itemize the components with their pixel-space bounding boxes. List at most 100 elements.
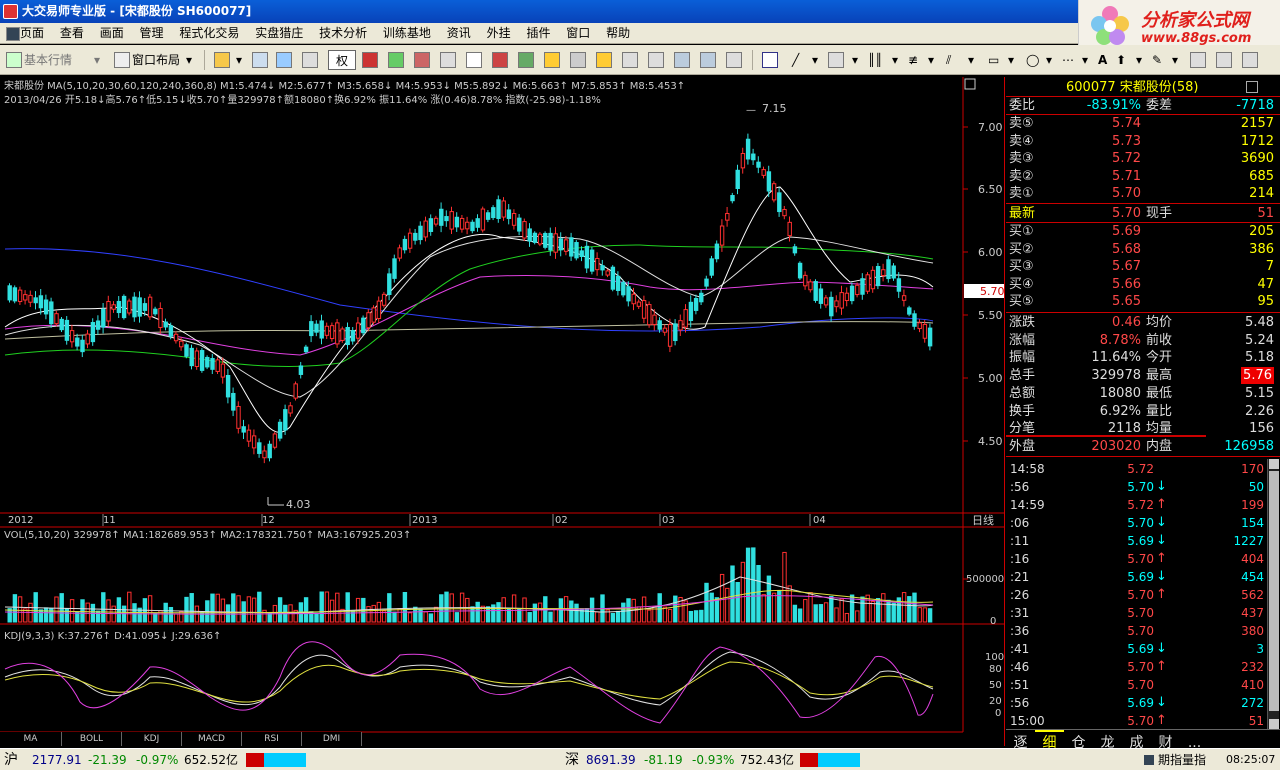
window-layout-button[interactable]: 窗口布局 — [132, 50, 180, 70]
menu-item-window[interactable]: 窗口 — [561, 23, 595, 43]
scroll-thumb[interactable] — [1269, 471, 1279, 711]
stats-icon[interactable] — [492, 52, 508, 68]
scroll-down-icon[interactable] — [1269, 719, 1279, 729]
tick-row[interactable]: :26 5.70 ↑ 562 — [1006, 586, 1280, 604]
folder-icon[interactable] — [214, 52, 230, 68]
tick-row[interactable]: :41 5.69 ↓ 3 — [1006, 640, 1280, 658]
vertical-lines-icon[interactable]: ║║ — [868, 50, 882, 70]
futures-label[interactable]: 期指量指 — [1158, 749, 1206, 770]
menu-item-hunter[interactable]: 实盘猎庄 — [250, 23, 308, 43]
dropdown-arrow-icon[interactable]: ▾ — [1008, 50, 1014, 70]
menu-item-programmatic[interactable]: 程式化交易 — [174, 23, 244, 43]
circle-icon[interactable]: ◯ — [1026, 50, 1039, 70]
dropdown-arrow-icon[interactable]: ▾ — [236, 50, 242, 70]
menu-item-canvas[interactable]: 画面 — [95, 23, 129, 43]
dropdown-arrow-icon[interactable]: ▾ — [892, 50, 898, 70]
text-a-icon[interactable]: A — [1098, 50, 1107, 70]
windows-icon[interactable] — [440, 52, 456, 68]
grid-icon[interactable] — [302, 52, 318, 68]
panel-icon[interactable] — [1246, 81, 1258, 93]
stock-icon[interactable] — [518, 52, 534, 68]
menu-item-manage[interactable]: 管理 — [135, 23, 169, 43]
zoom-in-icon[interactable] — [252, 52, 268, 68]
kline-chart[interactable]: — 7.15 4.03 7.00 6.50 6.00 5.50 5.00 4.5… — [0, 77, 1005, 746]
tick-row[interactable]: :36 5.70 380 — [1006, 622, 1280, 640]
channel-icon[interactable] — [828, 52, 844, 68]
menu-item-news[interactable]: 资讯 — [442, 23, 476, 43]
menu-item-plugins[interactable]: 插件 — [521, 23, 555, 43]
window-icon[interactable] — [648, 52, 664, 68]
doc-icon[interactable] — [466, 52, 482, 68]
text-tool-icon[interactable]: ⋯ — [1062, 50, 1074, 70]
tick-row[interactable]: :56 5.70 ↓ 50 — [1006, 478, 1280, 496]
dropdown-arrow-icon[interactable]: ▾ — [968, 50, 974, 70]
sell-row[interactable]: 卖⑤ 5.74 2157 — [1006, 115, 1280, 132]
dropdown-arrow-icon[interactable]: ▾ — [928, 50, 934, 70]
menu-item-view[interactable]: 查看 — [55, 23, 89, 43]
lock-icon[interactable] — [1216, 52, 1232, 68]
settings-icon[interactable] — [570, 52, 586, 68]
dropdown-arrow-icon[interactable]: ▾ — [186, 50, 192, 70]
delete-icon[interactable] — [1190, 52, 1206, 68]
indicator-tab-dmi[interactable]: DMI — [302, 732, 362, 746]
tick-row[interactable]: 14:58 5.72 170 — [1006, 460, 1280, 478]
chart-area-icon[interactable] — [700, 52, 716, 68]
dropdown-arrow-icon[interactable]: ▾ — [812, 50, 818, 70]
up-arrow-icon[interactable]: ⬆ — [1116, 50, 1126, 70]
dropdown-arrow-icon[interactable]: ▾ — [1046, 50, 1052, 70]
dropdown-arrow-icon[interactable]: ▾ — [1082, 50, 1088, 70]
tick-row[interactable]: 14:59 5.72 ↑ 199 — [1006, 496, 1280, 514]
buy-row[interactable]: 买④ 5.66 47 — [1006, 276, 1280, 293]
basic-quote-button[interactable]: 基本行情 — [24, 50, 72, 70]
tick-row[interactable]: :31 5.70 437 — [1006, 604, 1280, 622]
table-icon[interactable] — [622, 52, 638, 68]
menu-item-page[interactable]: 页面 — [4, 23, 49, 43]
chart-line-icon[interactable] — [674, 52, 690, 68]
buy-row[interactable]: 买① 5.69 205 — [1006, 223, 1280, 240]
tick-row[interactable]: :56 5.69 ↓ 272 — [1006, 694, 1280, 712]
rights-button[interactable]: 权 — [328, 50, 356, 70]
sh-index[interactable]: 2177.91 — [32, 749, 82, 770]
tick-row[interactable]: :46 5.70 ↑ 232 — [1006, 658, 1280, 676]
indicator-tab-kdj[interactable]: KDJ — [122, 732, 182, 746]
indicator-tab-ma[interactable]: MA — [0, 732, 62, 746]
move-icon[interactable] — [276, 52, 292, 68]
buy-row[interactable]: 买⑤ 5.65 95 — [1006, 293, 1280, 310]
warning-icon[interactable] — [544, 52, 560, 68]
tick-row[interactable]: 15:00 5.70 ↑ 51 — [1006, 712, 1280, 730]
indicator-tab-macd[interactable]: MACD — [182, 732, 242, 746]
tick-row[interactable]: :11 5.69 ↓ 1227 — [1006, 532, 1280, 550]
sz-index[interactable]: 8691.39 — [586, 749, 636, 770]
sell-row[interactable]: 卖① 5.70 214 — [1006, 185, 1280, 202]
dropdown-arrow-icon[interactable]: ▾ — [1136, 50, 1142, 70]
tick-row[interactable]: :51 5.70 410 — [1006, 676, 1280, 694]
list-icon[interactable] — [414, 52, 430, 68]
panel-icon[interactable] — [726, 52, 742, 68]
tick-row[interactable]: :16 5.70 ↑ 404 — [1006, 550, 1280, 568]
sell-row[interactable]: 卖③ 5.72 3690 — [1006, 150, 1280, 167]
chart-green-icon[interactable] — [388, 52, 404, 68]
indicator-tab-boll[interactable]: BOLL — [62, 732, 122, 746]
tick-scrollbar[interactable] — [1267, 459, 1279, 729]
menu-item-training[interactable]: 训练基地 — [378, 23, 436, 43]
sell-row[interactable]: 卖② 5.71 685 — [1006, 168, 1280, 185]
indicator-tab-rsi[interactable]: RSI — [242, 732, 302, 746]
sun-icon[interactable] — [596, 52, 612, 68]
buy-row[interactable]: 买③ 5.67 7 — [1006, 258, 1280, 275]
tick-row[interactable]: :21 5.69 ↓ 454 — [1006, 568, 1280, 586]
sell-row[interactable]: 卖④ 5.73 1712 — [1006, 133, 1280, 150]
buy-row[interactable]: 买② 5.68 386 — [1006, 241, 1280, 258]
square-icon[interactable]: ▭ — [988, 50, 999, 70]
line-tool-icon[interactable]: ╱ — [792, 50, 799, 70]
menu-item-analysis[interactable]: 技术分析 — [314, 23, 372, 43]
dropdown-arrow-icon[interactable]: ▾ — [1172, 50, 1178, 70]
chart-red-icon[interactable] — [362, 52, 378, 68]
fan-icon[interactable]: ≢ — [908, 50, 918, 70]
export-icon[interactable] — [1242, 52, 1258, 68]
period-label[interactable]: 日线 — [972, 513, 994, 527]
scroll-up-icon[interactable] — [1269, 459, 1279, 469]
parallel-icon[interactable]: ⫽ — [946, 50, 951, 70]
tick-row[interactable]: :06 5.70 ↓ 154 — [1006, 514, 1280, 532]
cursor-icon[interactable] — [762, 52, 778, 68]
chart-options-icon[interactable] — [964, 78, 976, 90]
